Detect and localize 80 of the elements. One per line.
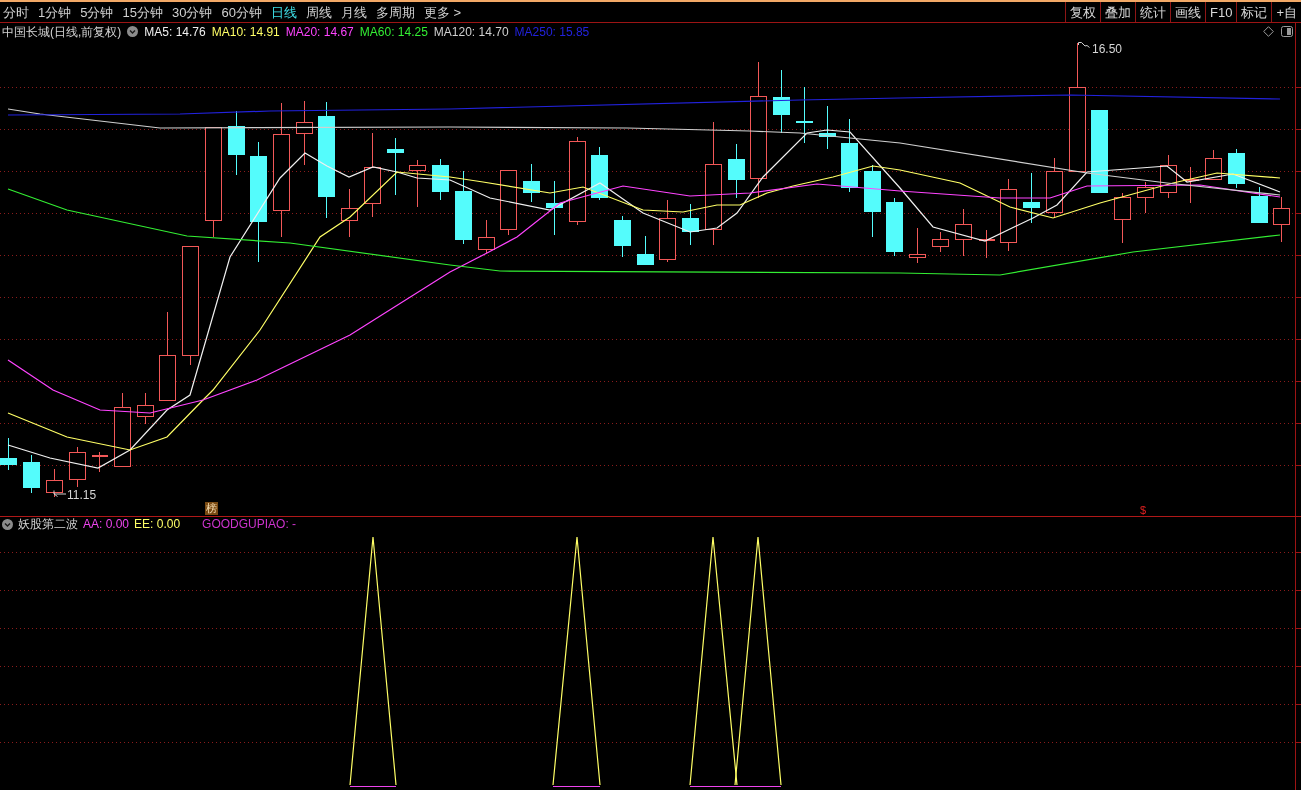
candlestick (546, 180, 563, 236)
period-tab[interactable]: 月线 (340, 5, 367, 19)
candlestick (69, 446, 86, 488)
toolbar-button[interactable]: 叠加 (1100, 2, 1135, 22)
moving-average-value: MA120: 14.70 (433, 25, 509, 38)
candlestick (1114, 192, 1131, 244)
candlestick (1273, 196, 1290, 243)
candlestick (955, 208, 972, 257)
candlestick (1046, 157, 1063, 219)
indicator-value: EE: 0.00 (134, 518, 181, 530)
period-tab[interactable]: 多周期 (375, 5, 415, 19)
moving-average-value: MA250: 15.85 (514, 25, 590, 38)
pointer-arrow-icon (1078, 42, 1090, 49)
period-tab[interactable]: 30分钟 (171, 5, 213, 19)
period-tab[interactable]: 周线 (305, 5, 332, 19)
toolbar-button[interactable]: 画线 (1170, 2, 1205, 22)
panel-toggle-icon[interactable] (1281, 26, 1293, 37)
candlestick (909, 227, 926, 264)
candlestick (886, 197, 903, 257)
low-price-label: 11.15 (67, 489, 97, 501)
signal-marker[interactable]: $ (1140, 504, 1147, 516)
candlestick (1228, 148, 1245, 189)
toolbar-button[interactable]: F10 (1205, 2, 1237, 22)
candlestick (90, 451, 109, 473)
period-tab[interactable]: 分时 (3, 5, 29, 19)
candlestick (46, 468, 63, 498)
candlestick (773, 69, 790, 134)
signal-base-line (349, 785, 397, 788)
candlestick (977, 229, 996, 259)
candlestick (228, 110, 245, 176)
toolbar-button[interactable]: 统计 (1135, 2, 1170, 22)
period-tab[interactable]: 15分钟 (122, 5, 163, 19)
period-tab[interactable]: 5分钟 (80, 5, 114, 19)
candlestick (932, 231, 949, 253)
dropdown-icon[interactable] (127, 26, 139, 37)
moving-average-value: MA20: 14.67 (285, 25, 354, 38)
candlestick (637, 235, 654, 266)
candlestick (137, 392, 154, 425)
chart-title: 中国长城(日线,前复权) (2, 25, 122, 38)
high-price-label: 16.50 (1092, 43, 1123, 55)
signal-base-line (552, 785, 601, 788)
toolbar-button[interactable]: 复权 (1065, 2, 1100, 22)
candlestick (819, 105, 836, 150)
indicator-value: AA: 0.00 (83, 518, 130, 530)
moving-average-value: MA60: 14.25 (359, 25, 428, 38)
candlestick (341, 188, 358, 238)
candlestick (659, 199, 676, 263)
candlestick (591, 146, 608, 201)
candlestick (796, 86, 813, 144)
rank-badge[interactable]: 榜 (205, 502, 218, 515)
period-tab[interactable]: 更多 > (423, 5, 462, 19)
candlestick (523, 163, 540, 203)
candlestick (296, 100, 313, 166)
candlestick (728, 143, 745, 199)
candlestick (1137, 181, 1154, 214)
candlestick (614, 215, 631, 258)
indicator-title: 妖股第二波 (18, 518, 78, 530)
candlestick (409, 159, 426, 208)
dropdown-icon[interactable] (2, 518, 13, 530)
candlestick (1023, 172, 1040, 224)
candlestick (682, 203, 699, 246)
candlestick (478, 219, 495, 254)
moving-average-value: MA5: 14.76 (144, 25, 206, 38)
diamond-icon[interactable] (1263, 26, 1274, 37)
candlestick (23, 454, 40, 494)
candlestick (1251, 186, 1268, 224)
period-tab[interactable]: 60分钟 (221, 5, 262, 19)
pointer-arrow-icon (53, 490, 66, 497)
candlestick (500, 170, 517, 236)
candlestick (387, 137, 404, 196)
period-tab[interactable]: 日线 (270, 5, 297, 19)
candlestick (1160, 154, 1177, 199)
candlestick (0, 437, 17, 471)
toolbar-button[interactable]: +自 (1271, 2, 1301, 22)
period-tab[interactable]: 1分钟 (38, 5, 72, 19)
candlestick (1205, 149, 1222, 180)
toolbar-button[interactable]: 标记 (1236, 2, 1272, 22)
candlestick (432, 158, 449, 201)
indicator-value: GOODGUPIAO: - (202, 518, 297, 530)
moving-average-value: MA10: 14.91 (211, 25, 280, 38)
